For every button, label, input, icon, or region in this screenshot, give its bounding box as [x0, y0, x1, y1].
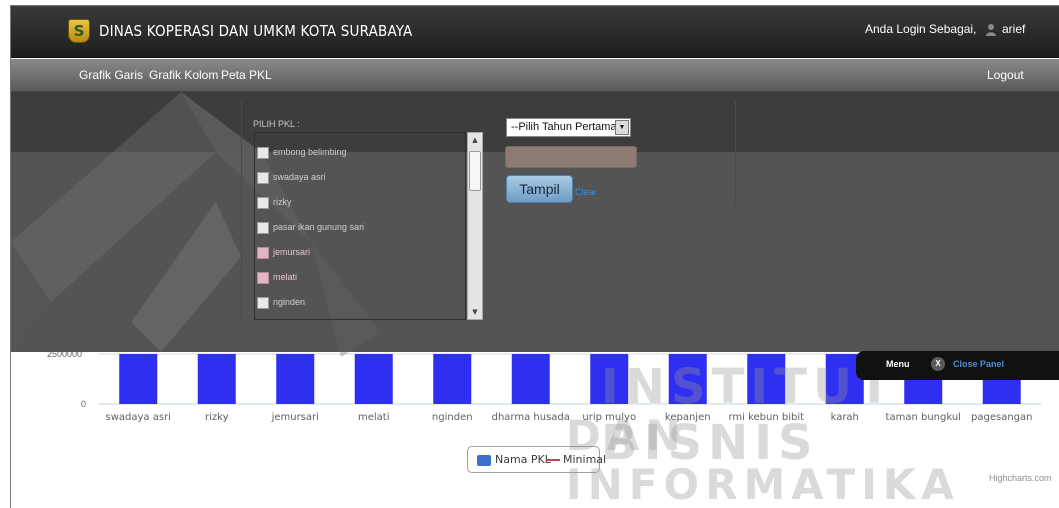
pkl-option[interactable]: pasar ikan gunung sari	[257, 221, 457, 235]
user-name[interactable]: arief	[1002, 22, 1025, 36]
pkl-option-label: swadaya asri	[273, 172, 326, 182]
chart-bar[interactable]	[511, 354, 550, 404]
scroll-down-arrow-icon[interactable]: ▼	[470, 307, 480, 317]
surabaya-logo-icon: S	[68, 19, 90, 43]
x-tick-label: swadaya asri	[105, 412, 171, 423]
app-title: DINAS KOPERASI DAN UMKM KOTA SURABAYA	[99, 22, 413, 40]
pkl-checkbox[interactable]	[257, 272, 269, 284]
pkl-checkbox[interactable]	[257, 197, 269, 209]
pkl-option-label: jemursari	[273, 247, 311, 257]
pkl-title: PILIH PKL :	[253, 119, 300, 129]
pkl-option[interactable]: swadaya asri	[257, 171, 457, 185]
close-panel-link[interactable]: Close Panel	[953, 359, 1004, 369]
chart-bar[interactable]	[354, 354, 393, 404]
pkl-list-scrollbar[interactable]: ▲ ▼	[467, 132, 483, 320]
pkl-option[interactable]: melati	[257, 271, 457, 285]
logout-link[interactable]: Logout	[987, 68, 1024, 82]
chart-bar[interactable]	[433, 354, 472, 404]
chevron-down-icon[interactable]: ▼	[615, 120, 629, 135]
close-icon[interactable]: X	[931, 357, 945, 371]
legend-label-nama-pkl[interactable]: Nama PKL	[495, 453, 551, 466]
x-tick-label: jemursari	[271, 412, 319, 423]
nav-peta-pkl[interactable]: Peta PKL	[221, 68, 272, 82]
chart-bar[interactable]	[276, 354, 315, 404]
pkl-option[interactable]: jemursari	[257, 246, 457, 260]
y-tick-label-zero: 0	[81, 399, 87, 409]
legend-swatch-nama-pkl[interactable]	[477, 455, 491, 466]
pkl-option[interactable]: embong belimbing	[257, 146, 457, 160]
legend-line-minimal[interactable]	[546, 459, 560, 461]
pkl-checkbox[interactable]	[257, 147, 269, 159]
pkl-option-label: rizky	[273, 197, 292, 207]
chart-bar[interactable]	[197, 354, 236, 404]
pkl-checkbox[interactable]	[257, 172, 269, 184]
pkl-checkbox[interactable]	[257, 247, 269, 259]
nav-grafik-kolom[interactable]: Grafik Kolom	[149, 68, 218, 82]
x-tick-label: nginden	[431, 412, 473, 423]
x-tick-label: dharma husada	[491, 412, 570, 423]
pkl-option-label: embong belimbing	[273, 147, 347, 157]
login-label: Anda Login Sebagai,	[865, 22, 977, 36]
user-icon	[986, 24, 996, 36]
tampil-button[interactable]: Tampil	[506, 175, 573, 203]
pkl-checkbox[interactable]	[257, 222, 269, 234]
pkl-option-label: melati	[273, 272, 298, 282]
main-navbar: Grafik Garis Grafik Kolom Peta PKL Logou…	[11, 59, 1059, 92]
year-select-value: --Pilih Tahun Pertama--	[511, 121, 624, 133]
menu-label[interactable]: Menu	[886, 359, 910, 369]
scrollbar-thumb[interactable]	[469, 151, 481, 191]
browser-frame: 2500000 0 swadaya asri rizky jemursari mela…	[10, 5, 1059, 508]
x-tick-label: melati	[358, 412, 390, 423]
pkl-option-label: pasar ikan gunung sari	[273, 222, 365, 232]
pkl-checkbox[interactable]	[257, 297, 269, 309]
year-input[interactable]	[505, 146, 637, 168]
panel-divider	[735, 101, 736, 206]
nav-grafik-garis[interactable]: Grafik Garis	[79, 68, 143, 82]
pkl-option[interactable]: nginden	[257, 296, 457, 310]
pkl-option[interactable]: rizky	[257, 196, 457, 210]
x-tick-label: rizky	[205, 412, 229, 423]
chart-bar[interactable]	[119, 354, 158, 404]
pkl-option-label: nginden	[273, 297, 306, 307]
clear-link[interactable]: Clear	[575, 187, 597, 197]
year-select[interactable]: --Pilih Tahun Pertama-- ▼	[506, 118, 631, 137]
app-header: S DINAS KOPERASI DAN UMKM KOTA SURABAYA …	[11, 6, 1059, 58]
scroll-up-arrow-icon[interactable]: ▲	[470, 135, 480, 145]
watermark-line-2: DAN INFORMATIKA	[566, 411, 960, 508]
